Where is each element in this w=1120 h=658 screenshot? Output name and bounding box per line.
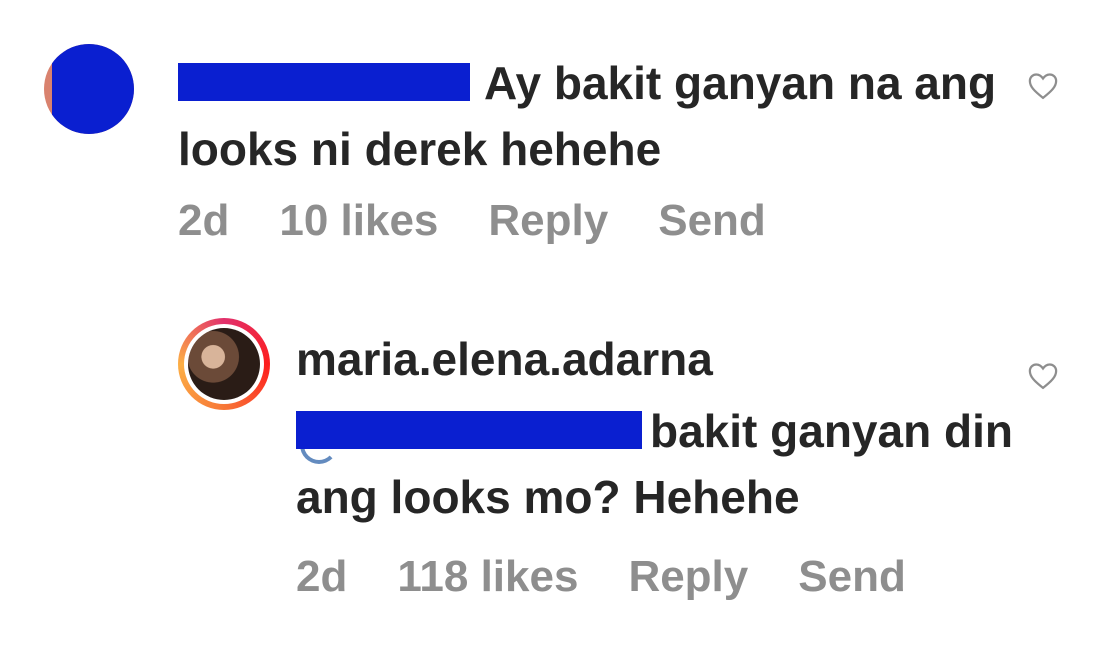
comment-body: bakit ganyan din ang looks mo? Hehehe (296, 398, 1016, 530)
comment-body: Ay bakit ganyan na ang looks ni derek he… (178, 50, 998, 182)
avatar (188, 328, 260, 400)
avatar-story-ring[interactable] (178, 318, 270, 410)
heart-outline-icon[interactable] (1028, 362, 1058, 390)
comment-meta: 2d 10 likes Reply Send (178, 196, 766, 246)
likes-count[interactable]: 10 likes (279, 196, 438, 245)
heart-outline-icon[interactable] (1028, 72, 1058, 100)
comment-time: 2d (178, 196, 230, 245)
reply-button[interactable]: Reply (488, 196, 608, 245)
comment-meta: 2d 118 likes Reply Send (296, 552, 906, 602)
avatar[interactable] (44, 44, 134, 134)
redaction-block (52, 44, 134, 134)
reply-button[interactable]: Reply (628, 552, 748, 601)
comment-username[interactable]: maria.elena.adarna (296, 332, 713, 386)
send-button[interactable]: Send (798, 552, 906, 601)
send-button[interactable]: Send (658, 196, 766, 245)
redacted-username (178, 63, 470, 101)
redacted-mention (296, 411, 642, 449)
likes-count[interactable]: 118 likes (397, 552, 578, 601)
comment-time: 2d (296, 552, 348, 601)
